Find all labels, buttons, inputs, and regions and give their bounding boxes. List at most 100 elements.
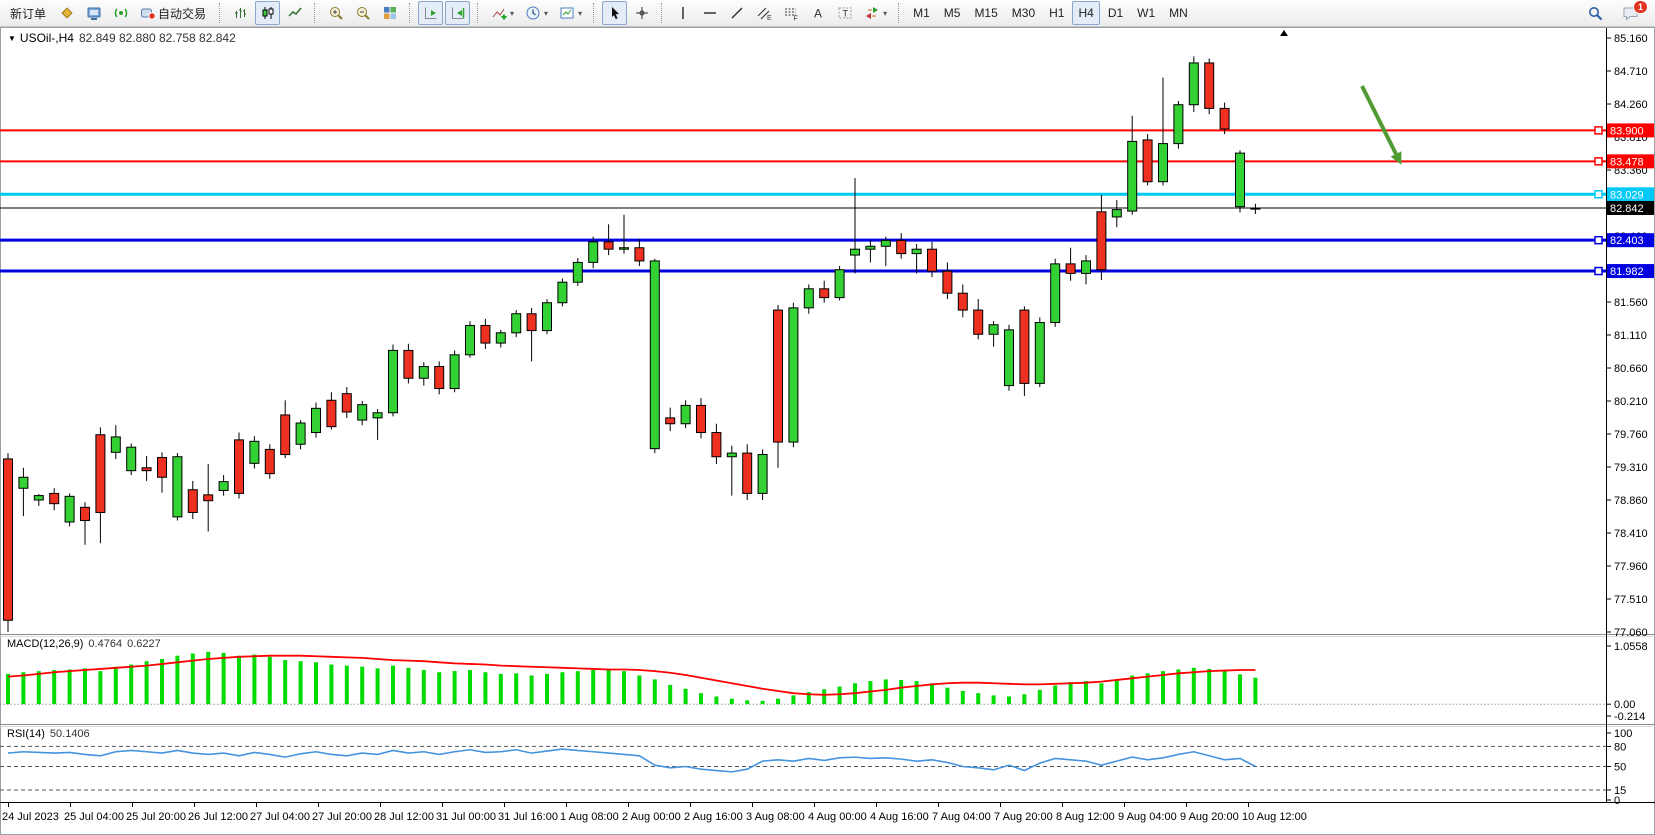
toolbar-separator xyxy=(661,3,665,23)
svg-text:F: F xyxy=(793,16,797,22)
bar-chart-button[interactable] xyxy=(228,1,253,25)
line-handle-marker xyxy=(1595,127,1602,134)
macd-histogram-bar xyxy=(406,668,410,704)
time-axis-label: 27 Jul 04:00 xyxy=(250,811,310,823)
auto-trading-button[interactable]: 自动交易 xyxy=(135,1,212,25)
dropdown-caret-icon[interactable]: ▾ xyxy=(578,9,582,18)
rsi-axis-label: 50 xyxy=(1614,762,1626,774)
zoomout-icon xyxy=(354,5,371,22)
new-order-button[interactable]: 新订单 xyxy=(4,1,52,25)
candle xyxy=(50,493,59,503)
dropdown-caret-icon[interactable]: ▾ xyxy=(510,9,514,18)
candle xyxy=(1189,63,1198,105)
candlestick-chart-button[interactable] xyxy=(255,1,280,25)
equidistant-channel-button[interactable]: E xyxy=(751,1,776,25)
tf-w1-button[interactable]: W1 xyxy=(1131,1,1161,25)
chart-menu-caret-icon[interactable]: ▼ xyxy=(8,34,16,43)
price-tick-label: 78.860 xyxy=(1614,495,1648,507)
candle xyxy=(804,289,813,308)
chat-button[interactable]: 1 xyxy=(1618,1,1643,25)
macd-histogram-bar xyxy=(776,699,780,705)
cursor-icon xyxy=(606,5,623,22)
macd-histogram-bar xyxy=(422,670,426,704)
tf-m15-button[interactable]: M15 xyxy=(968,1,1003,25)
candle xyxy=(712,433,721,457)
svg-text:83.029: 83.029 xyxy=(1610,189,1644,201)
candle xyxy=(974,310,983,334)
macd-histogram-bar xyxy=(622,671,626,704)
toolbar-right-cluster: 1 xyxy=(1582,1,1652,25)
candle xyxy=(881,240,890,246)
candle xyxy=(512,314,521,333)
text-label-button[interactable]: T xyxy=(832,1,857,25)
tf-m5-button[interactable]: M5 xyxy=(938,1,967,25)
vertical-line-button[interactable] xyxy=(670,1,695,25)
templates-button[interactable]: ▾ xyxy=(554,1,586,25)
candle xyxy=(635,248,644,261)
candle xyxy=(296,423,305,444)
periods-button[interactable]: ▾ xyxy=(520,1,552,25)
candle xyxy=(928,249,937,271)
candle xyxy=(1051,264,1060,323)
macd-histogram-bar xyxy=(930,683,934,704)
dropdown-caret-icon[interactable]: ▾ xyxy=(883,9,887,18)
diamond-icon xyxy=(58,5,75,22)
candle xyxy=(543,303,552,331)
tf-h4-button[interactable]: H4 xyxy=(1072,1,1099,25)
price-tick-label: 79.310 xyxy=(1614,462,1648,474)
price-tick-label: 77.060 xyxy=(1614,627,1648,639)
trendline-button[interactable] xyxy=(724,1,749,25)
candle xyxy=(758,455,767,494)
zoom-in-button[interactable] xyxy=(323,1,348,25)
tf-d1-button[interactable]: D1 xyxy=(1102,1,1129,25)
candle xyxy=(19,477,28,488)
tf-mn-button[interactable]: MN xyxy=(1163,1,1194,25)
macd-histogram-bar xyxy=(915,681,919,704)
macd-name: MACD(12,26,9) xyxy=(7,638,83,650)
tf-h1-button[interactable]: H1 xyxy=(1043,1,1070,25)
textA-icon: A xyxy=(809,5,826,22)
candle xyxy=(435,367,444,389)
macd-histogram-bar xyxy=(1161,671,1165,704)
metaquotes-app-button[interactable] xyxy=(54,1,79,25)
search-button[interactable] xyxy=(1583,1,1608,25)
horizontal-line-button[interactable] xyxy=(697,1,722,25)
dropdown-caret-icon[interactable]: ▾ xyxy=(544,9,548,18)
zoom-out-button[interactable] xyxy=(350,1,375,25)
candle xyxy=(1159,144,1168,182)
candle xyxy=(743,453,752,493)
time-axis-label: 25 Jul 04:00 xyxy=(64,811,124,823)
candle xyxy=(327,400,336,426)
arrows-shapes-button[interactable]: ▾ xyxy=(859,1,891,25)
indicators-button[interactable]: ▾ xyxy=(486,1,518,25)
candle xyxy=(1020,310,1029,383)
candle xyxy=(774,310,783,442)
macd-histogram-bar xyxy=(1192,668,1196,704)
chart-shift-button[interactable] xyxy=(445,1,470,25)
zoomin-icon xyxy=(327,5,344,22)
candle xyxy=(34,496,43,500)
tile-windows-button[interactable] xyxy=(377,1,402,25)
cursor-button[interactable] xyxy=(602,1,627,25)
candle xyxy=(912,249,921,253)
text-button[interactable]: A xyxy=(805,1,830,25)
tf-m1-button[interactable]: M1 xyxy=(907,1,936,25)
fibonacci-button[interactable]: F xyxy=(778,1,803,25)
macd-histogram-bar xyxy=(376,668,380,704)
candle xyxy=(727,453,736,457)
time-axis-label: 7 Aug 04:00 xyxy=(932,811,991,823)
signals-button[interactable] xyxy=(108,1,133,25)
chart-area[interactable]: 85.16084.71084.26083.81083.36082.91082.4… xyxy=(0,0,1655,835)
auto-scroll-button[interactable] xyxy=(418,1,443,25)
crosshair-button[interactable] xyxy=(629,1,654,25)
svg-text:83.900: 83.900 xyxy=(1610,125,1644,137)
toolbar-separator xyxy=(314,3,318,23)
tf-m30-button[interactable]: M30 xyxy=(1006,1,1041,25)
svg-text:T: T xyxy=(842,9,848,19)
search-icon xyxy=(1587,5,1604,22)
line-chart-button[interactable] xyxy=(282,1,307,25)
macd-histogram-bar xyxy=(21,672,25,704)
candle xyxy=(389,350,398,412)
terminal-button[interactable] xyxy=(81,1,106,25)
vline-icon xyxy=(674,5,691,22)
